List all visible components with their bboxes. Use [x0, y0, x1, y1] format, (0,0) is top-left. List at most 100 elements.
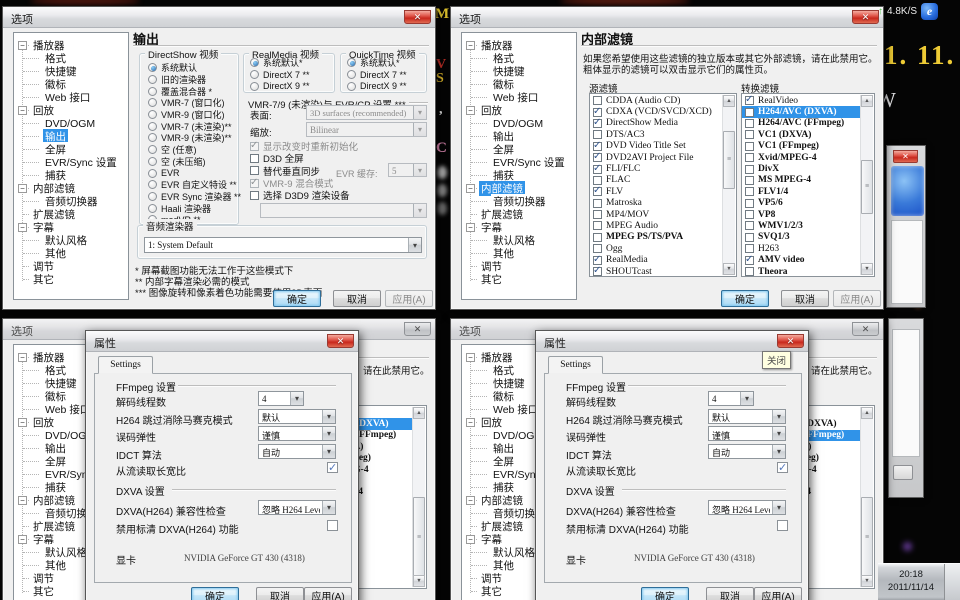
tree-item[interactable]: 回放 — [462, 104, 576, 117]
cancel-button[interactable]: 取消 — [706, 587, 754, 600]
checkbox-icon[interactable] — [593, 199, 602, 208]
scroll-up-icon[interactable] — [723, 95, 735, 107]
scroll-down-icon[interactable] — [861, 575, 873, 587]
checkbox-icon[interactable] — [745, 210, 754, 219]
network-speed-widget[interactable]: ↑ 4.8K/S e — [878, 2, 960, 20]
filter-item[interactable]: VC1 (FFmpeg) — [742, 141, 860, 152]
aspect-checkbox[interactable] — [777, 462, 788, 473]
close-icon[interactable] — [404, 10, 431, 24]
expand-minus-icon[interactable] — [18, 535, 27, 544]
dropdown[interactable]: 默认 — [258, 409, 336, 424]
apply-button[interactable]: 应用(A) — [385, 290, 433, 307]
radio-option[interactable]: VMR-9 (窗口化) — [142, 109, 238, 121]
radio-option[interactable]: 系统默认* — [244, 57, 334, 69]
filter-item[interactable]: Matroska — [590, 198, 722, 209]
scrollbar[interactable] — [722, 95, 735, 275]
ok-button[interactable]: 确定 — [273, 290, 321, 307]
filter-item[interactable]: SHOUTcast — [590, 266, 722, 277]
radio-option[interactable]: Haali 渲染器 — [142, 202, 238, 214]
radio-option[interactable]: VMR-7 (窗口化) — [142, 97, 238, 109]
tab-settings[interactable]: Settings — [548, 356, 603, 374]
scroll-thumb[interactable] — [723, 131, 735, 189]
radio-option[interactable]: EVR Sync 渲染器 ** — [142, 191, 238, 203]
tree-item[interactable]: EVR/Sync 设置 — [462, 156, 576, 169]
dxva-check-dropdown[interactable]: 忽略 H264 Level — [258, 500, 336, 515]
radio-option[interactable]: DirectX 9 ** — [341, 80, 426, 92]
filter-item[interactable]: DVD Video Title Set — [590, 141, 722, 152]
filter-item[interactable]: RealVideo — [742, 95, 860, 106]
tree-item[interactable]: DVD/OGM — [14, 117, 128, 130]
checkbox-icon[interactable] — [593, 176, 602, 185]
expand-minus-icon[interactable] — [466, 184, 475, 193]
titlebar[interactable]: 属性 — [86, 331, 358, 352]
tree-item[interactable]: EVR/Sync 设置 — [14, 156, 128, 169]
radio-option[interactable]: 空 (未压缩) — [142, 156, 238, 168]
scrollbar[interactable] — [412, 407, 425, 587]
taskbar-clock[interactable]: 20:18 2011/11/14 — [878, 564, 944, 600]
checkbox-icon[interactable] — [593, 267, 602, 276]
checkbox-icon[interactable] — [745, 96, 754, 105]
tree-item[interactable]: 回放 — [14, 104, 128, 117]
checkbox-icon[interactable] — [250, 154, 259, 163]
expand-minus-icon[interactable] — [466, 106, 475, 115]
checkbox-option[interactable]: 显示改变时重新初始化 — [250, 140, 428, 152]
tree-item[interactable]: 输出 — [462, 130, 576, 143]
close-icon[interactable] — [777, 334, 804, 348]
partial-button[interactable] — [893, 465, 913, 480]
options-tree[interactable]: 播放器 格式 快捷键 徽标 Web 接口 回放 DVD/OGM 输出 全屏 EV… — [461, 32, 577, 300]
checkbox-icon[interactable] — [745, 176, 754, 185]
filter-item[interactable]: MS MPEG-4 — [742, 175, 860, 186]
tree-item[interactable]: 快捷键 — [14, 65, 128, 78]
filter-item[interactable]: H263 — [742, 243, 860, 254]
tree-item[interactable]: 快捷键 — [462, 65, 576, 78]
expand-minus-icon[interactable] — [466, 535, 475, 544]
checkbox-icon[interactable] — [745, 165, 754, 174]
expand-minus-icon[interactable] — [18, 41, 27, 50]
checkbox-icon[interactable] — [745, 142, 754, 151]
scrollbar[interactable] — [860, 407, 873, 587]
checkbox-icon[interactable] — [745, 153, 754, 162]
filter-item[interactable]: MP4/MOV — [590, 209, 722, 220]
resizer-dropdown[interactable]: Bilinear — [306, 122, 427, 137]
filter-item[interactable]: H264/AVC (DXVA) — [742, 106, 860, 117]
close-icon[interactable] — [852, 10, 879, 24]
scroll-up-icon[interactable] — [861, 95, 873, 107]
options-tree[interactable]: 播放器 格式 快捷键 徽标 Web 接口 回放 DVD/OGM 输出 全屏 EV… — [13, 32, 129, 300]
checkbox-icon[interactable] — [250, 179, 259, 188]
radio-option[interactable]: 旧的渲染器 — [142, 74, 238, 86]
checkbox-icon[interactable] — [745, 221, 754, 230]
filter-item[interactable]: CDDA (Audio CD) — [590, 95, 722, 106]
apply-button[interactable]: 应用(A) — [754, 587, 802, 600]
checkbox-icon[interactable] — [593, 244, 602, 253]
radio-option[interactable]: EVR 自定义特设 ** — [142, 179, 238, 191]
filter-item[interactable]: H264/AVC (FFmpeg) — [742, 118, 860, 129]
filter-item[interactable]: AMV video — [742, 254, 860, 265]
scroll-up-icon[interactable] — [861, 407, 873, 419]
radio-option[interactable]: 空 (任意) — [142, 144, 238, 156]
titlebar[interactable]: 属性 — [536, 331, 808, 352]
filter-item[interactable]: Xvid/MPEG-4 — [742, 152, 860, 163]
ok-button[interactable]: 确定 — [641, 587, 689, 600]
checkbox-icon[interactable] — [250, 142, 259, 151]
checkbox-icon[interactable] — [745, 187, 754, 196]
apply-button[interactable]: 应用(A) — [833, 290, 881, 307]
expand-minus-icon[interactable] — [466, 353, 475, 362]
checkbox-icon[interactable] — [593, 153, 602, 162]
tree-item[interactable]: 播放器 — [462, 39, 576, 52]
filter-item[interactable]: DivX — [742, 163, 860, 174]
expand-minus-icon[interactable] — [18, 184, 27, 193]
checkbox-icon[interactable] — [745, 244, 754, 253]
checkbox-icon[interactable] — [593, 256, 602, 265]
checkbox-icon[interactable] — [745, 130, 754, 139]
tree-item[interactable]: DVD/OGM — [462, 117, 576, 130]
d3d9-device-dropdown[interactable] — [260, 203, 427, 218]
tree-item[interactable]: 其它 — [14, 273, 128, 286]
apply-button[interactable]: 应用(A) — [304, 587, 352, 600]
filter-item[interactable]: VC1 (DXVA) — [742, 129, 860, 140]
ok-button[interactable]: 确定 — [191, 587, 239, 600]
audio-renderer-dropdown[interactable]: 1: System Default — [144, 237, 422, 253]
checkbox-icon[interactable] — [593, 119, 602, 128]
expand-minus-icon[interactable] — [466, 418, 475, 427]
dropdown[interactable]: 4 — [708, 391, 754, 406]
expand-minus-icon[interactable] — [466, 223, 475, 232]
